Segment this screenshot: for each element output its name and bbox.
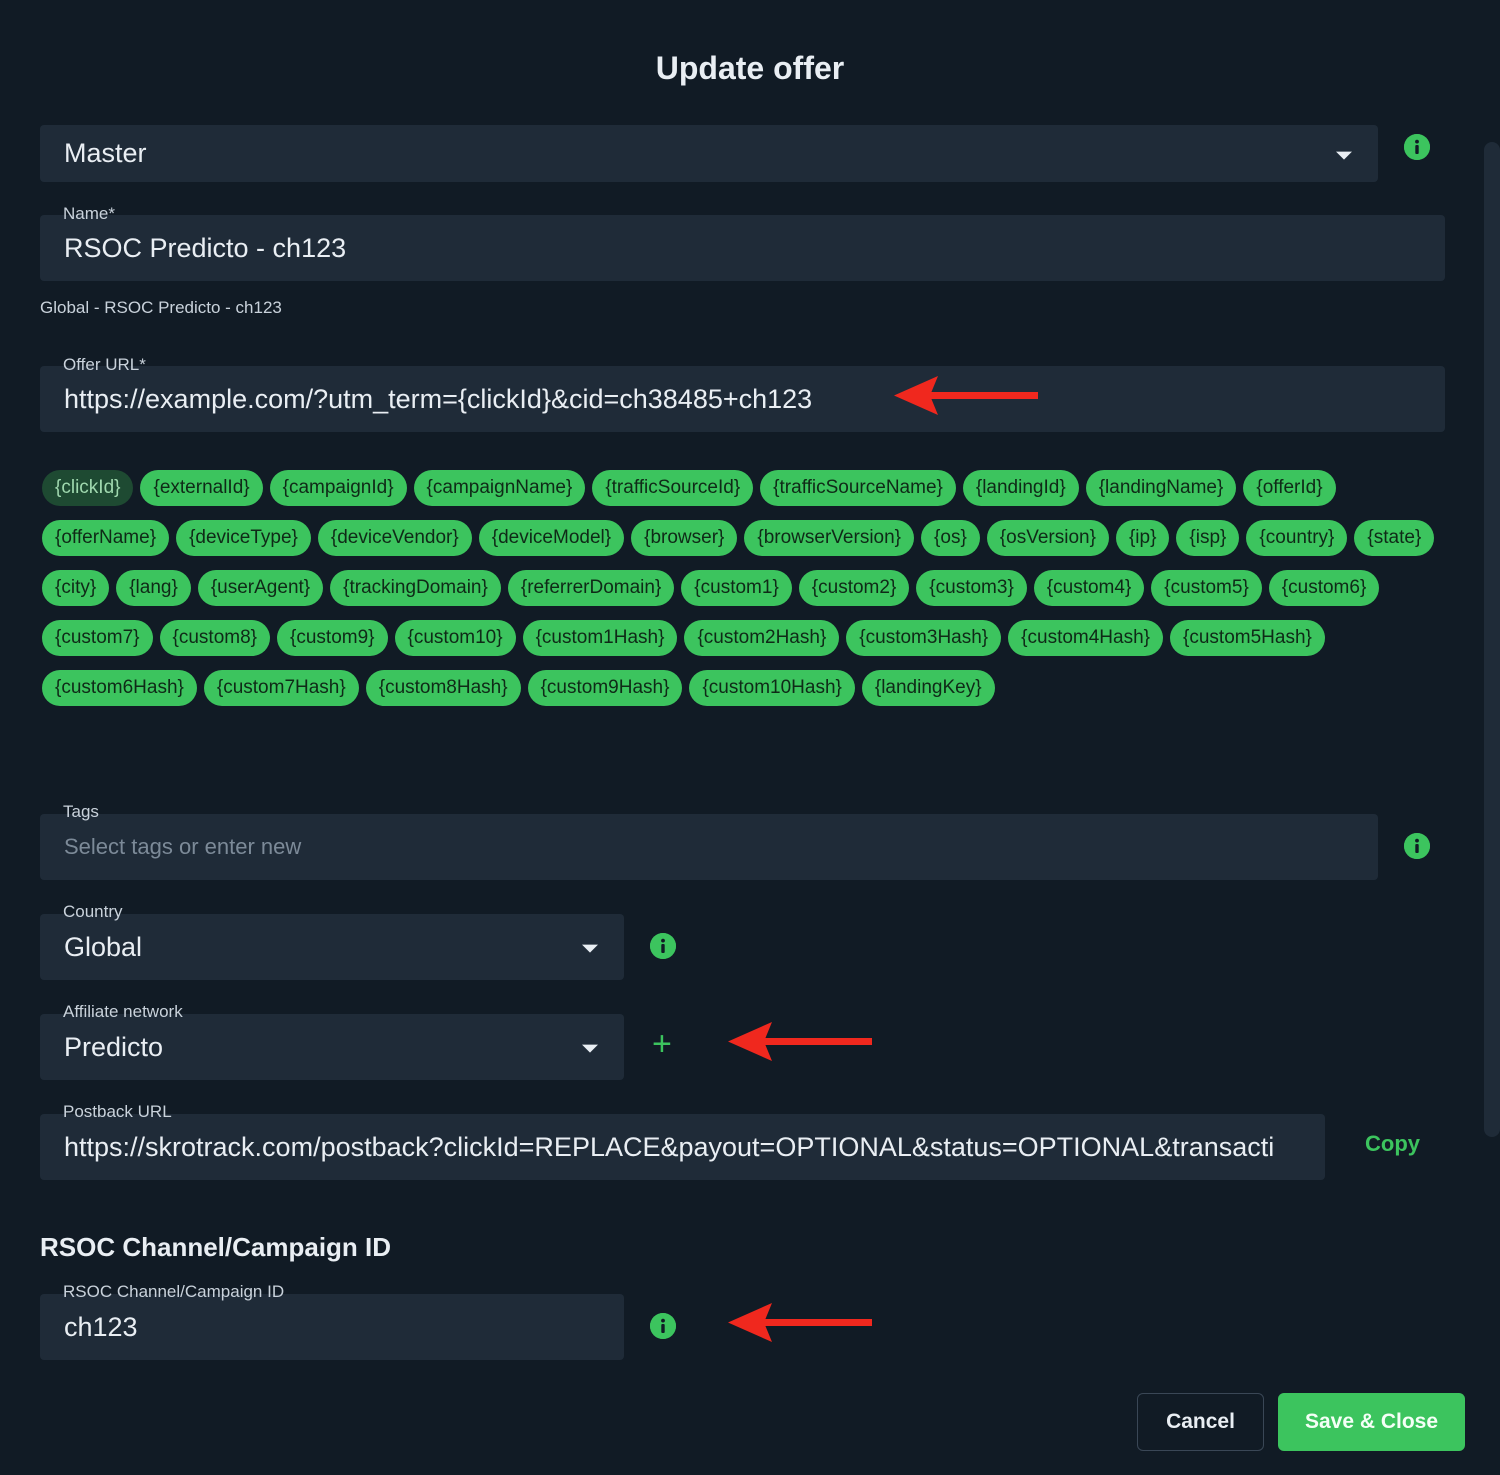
token-chip[interactable]: {custom4Hash} — [1008, 620, 1164, 656]
token-chip[interactable]: {state} — [1354, 520, 1435, 556]
token-chip[interactable]: {trackingDomain} — [330, 570, 501, 606]
affiliate-network-value: Predicto — [64, 1031, 164, 1062]
name-label: Name* — [63, 204, 115, 223]
token-chip[interactable]: {browserVersion} — [744, 520, 915, 556]
token-chip[interactable]: {country} — [1246, 520, 1348, 556]
country-label: Country — [63, 902, 123, 921]
token-chip[interactable]: {custom3Hash} — [846, 620, 1002, 656]
token-chip[interactable]: {osVersion} — [986, 520, 1109, 556]
token-chip[interactable]: {os} — [921, 520, 980, 556]
token-chip[interactable]: {ip} — [1115, 520, 1170, 556]
affiliate-network-select[interactable]: Predicto — [40, 1014, 624, 1080]
token-list: {clickId} {externalId} {campaignId} {campai… — [42, 470, 1452, 706]
token-chip[interactable]: {landingId} — [962, 470, 1079, 506]
chevron-down-icon — [582, 1044, 598, 1053]
token-chip[interactable]: {offerId} — [1243, 470, 1336, 506]
tags-field[interactable] — [40, 814, 1378, 880]
name-field[interactable]: RSOC Predicto - ch123 — [40, 215, 1445, 281]
name-hint: Global - RSOC Predicto - ch123 — [40, 298, 282, 317]
token-chip[interactable]: {custom6} — [1268, 570, 1380, 606]
country-select[interactable]: Global — [40, 914, 624, 980]
affiliate-network-label: Affiliate network — [63, 1002, 183, 1021]
token-chip[interactable]: {trafficSourceId} — [592, 470, 754, 506]
annotation-arrow-icon — [894, 376, 1038, 415]
token-chip[interactable]: {browser} — [631, 520, 738, 556]
token-chip[interactable]: {custom1Hash} — [522, 620, 678, 656]
token-chip[interactable]: {deviceType} — [176, 520, 311, 556]
token-chip[interactable]: {custom7Hash} — [203, 670, 359, 706]
token-chip[interactable]: {userAgent} — [197, 570, 324, 606]
cancel-button[interactable]: Cancel — [1137, 1393, 1264, 1451]
token-chip[interactable]: {custom8Hash} — [365, 670, 521, 706]
token-chip[interactable]: {custom6Hash} — [42, 670, 197, 706]
offer-url-field[interactable]: https://example.com/?utm_term={clickId}&… — [40, 366, 1445, 432]
token-chip[interactable]: {campaignName} — [413, 470, 586, 506]
token-chip[interactable]: {isp} — [1176, 520, 1240, 556]
update-offer-dialog: Update offer Master RSOC Predicto - ch12… — [0, 0, 1500, 1475]
save-and-close-button[interactable]: Save & Close — [1278, 1393, 1465, 1451]
token-chip[interactable]: {externalId} — [140, 470, 263, 506]
token-chip[interactable]: {custom10Hash} — [689, 670, 855, 706]
token-chip[interactable]: {lang} — [116, 570, 191, 606]
token-chip[interactable]: {custom8} — [159, 620, 270, 656]
workspace-select-value: Master — [64, 138, 147, 168]
postback-url-label: Postback URL — [63, 1102, 172, 1121]
chevron-down-icon — [1336, 151, 1352, 160]
dialog-title: Update offer — [655, 50, 845, 86]
info-icon[interactable] — [1404, 833, 1430, 859]
rsoc-id-value: ch123 — [64, 1311, 138, 1342]
token-chip[interactable]: {trafficSourceName} — [760, 470, 956, 506]
postback-url-value: https://skrotrack.com/postback?clickId=R… — [64, 1131, 1275, 1162]
token-chip[interactable]: {custom1} — [681, 570, 792, 606]
token-chip[interactable]: {custom10} — [394, 620, 516, 656]
token-chip[interactable]: {custom3} — [916, 570, 1027, 606]
offer-url-value: https://example.com/?utm_term={clickId}&… — [64, 383, 813, 414]
token-chip[interactable]: {custom5Hash} — [1170, 620, 1325, 656]
info-icon[interactable] — [650, 1313, 676, 1339]
token-chip[interactable]: {offerName} — [42, 520, 170, 556]
rsoc-section-title: RSOC Channel/Campaign ID — [40, 1232, 392, 1262]
country-select-value: Global — [64, 931, 143, 962]
copy-button[interactable]: Copy — [1365, 1131, 1420, 1157]
add-affiliate-network-button[interactable]: + — [652, 1027, 672, 1061]
token-chip[interactable]: {custom9} — [277, 620, 388, 656]
annotation-arrow-icon — [728, 1303, 872, 1342]
scrollbar[interactable] — [1484, 142, 1500, 1137]
annotation-arrow-icon — [728, 1022, 872, 1061]
token-chip[interactable]: {custom4} — [1033, 570, 1145, 606]
offer-url-label: Offer URL* — [63, 355, 146, 374]
token-chip[interactable]: {custom2} — [798, 570, 910, 606]
token-chip[interactable]: {custom9Hash} — [527, 670, 683, 706]
workspace-select[interactable]: Master — [40, 125, 1378, 182]
postback-url-field[interactable]: https://skrotrack.com/postback?clickId=R… — [40, 1114, 1325, 1180]
chevron-down-icon — [582, 944, 598, 953]
token-chip[interactable]: {custom5} — [1151, 570, 1262, 606]
token-chip[interactable]: {custom2Hash} — [684, 620, 840, 656]
token-chip[interactable]: {city} — [42, 570, 110, 606]
rsoc-id-field[interactable]: ch123 — [40, 1294, 624, 1360]
token-chip[interactable]: {deviceModel} — [478, 520, 625, 556]
token-chip[interactable]: {landingKey} — [861, 670, 995, 706]
token-chip[interactable]: {campaignId} — [269, 470, 407, 506]
rsoc-id-label: RSOC Channel/Campaign ID — [63, 1282, 285, 1301]
info-icon[interactable] — [1404, 134, 1430, 160]
tags-input[interactable] — [64, 834, 1378, 860]
token-chip[interactable]: {clickId} — [42, 470, 134, 506]
token-chip[interactable]: {custom7} — [42, 620, 153, 656]
token-chip[interactable]: {deviceVendor} — [317, 520, 472, 556]
token-chip[interactable]: {landingName} — [1085, 470, 1237, 506]
tags-label: Tags — [63, 802, 99, 821]
token-chip[interactable]: {referrerDomain} — [507, 570, 675, 606]
info-icon[interactable] — [650, 933, 676, 959]
name-field-value: RSOC Predicto - ch123 — [64, 232, 347, 263]
